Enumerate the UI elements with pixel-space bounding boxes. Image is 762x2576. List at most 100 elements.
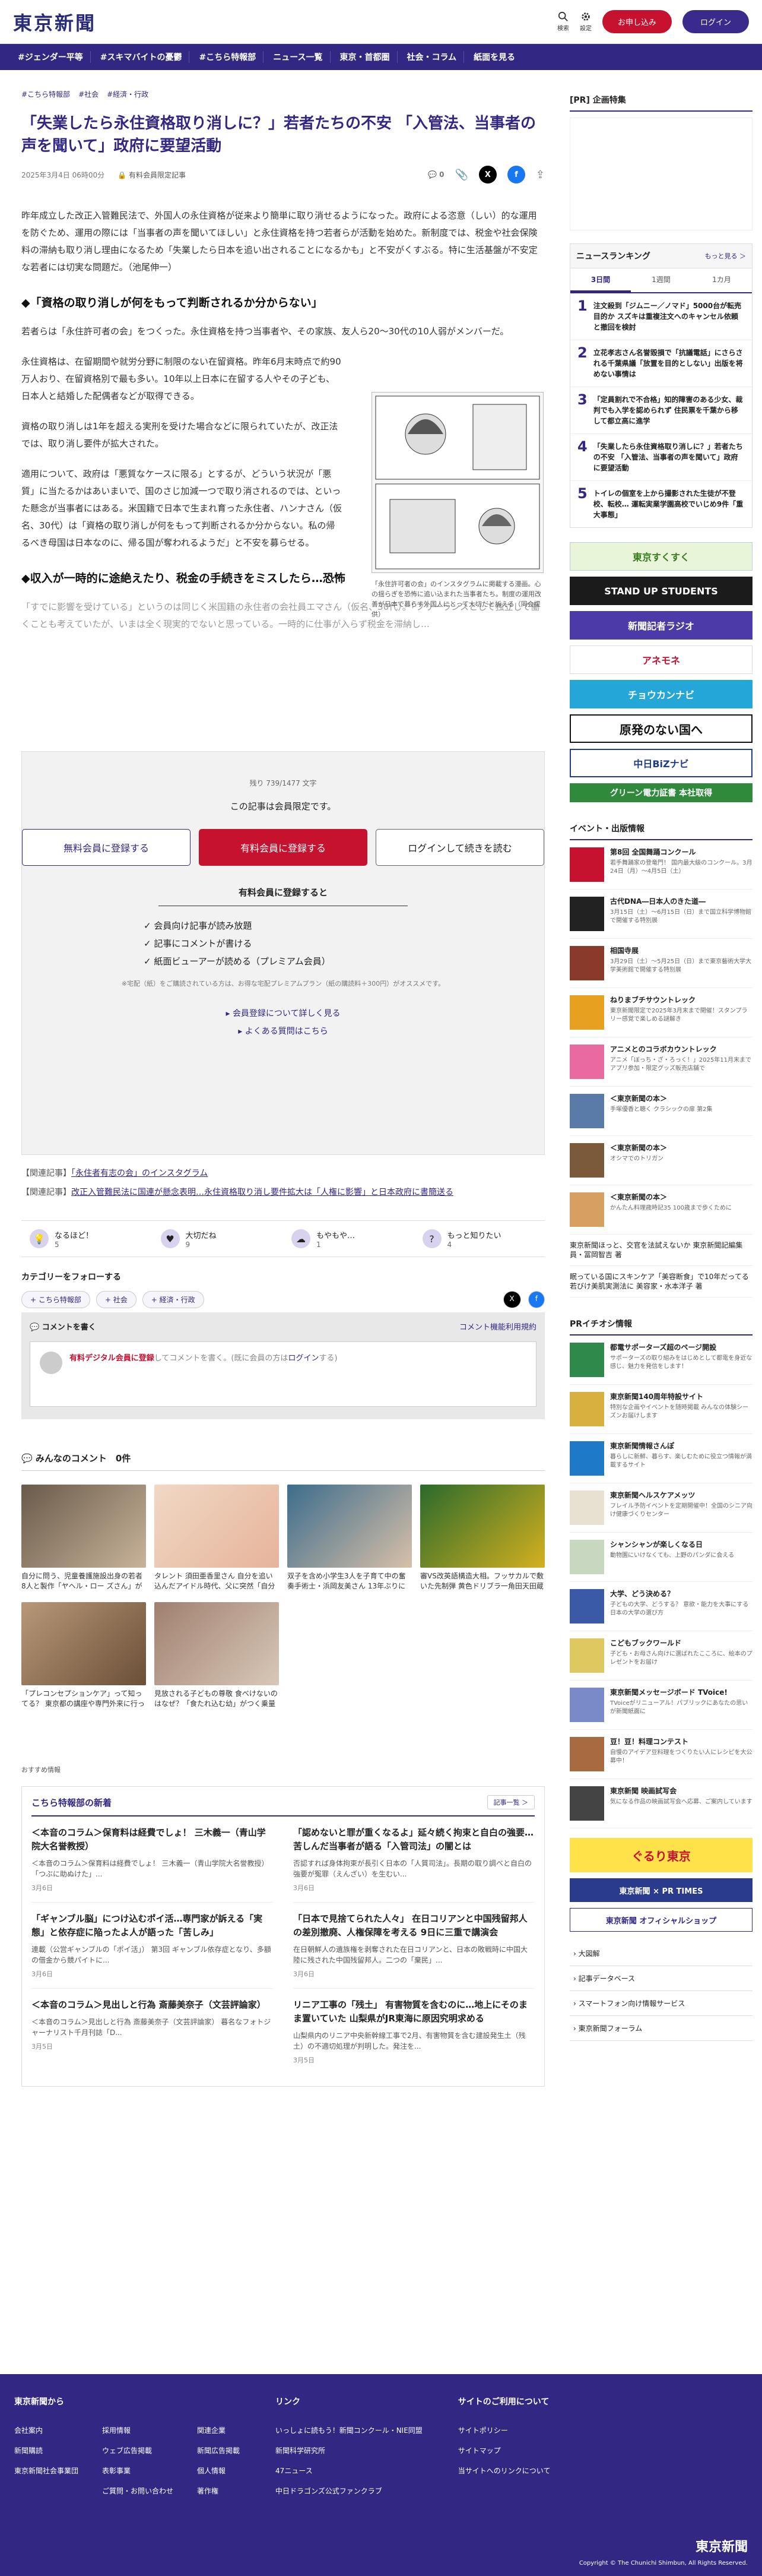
banner-shop[interactable]: 東京新聞 オフィシャルショップ: [570, 1908, 753, 1932]
banner-prtimes[interactable]: 東京新聞 × PR TIMES: [570, 1878, 753, 1902]
banner-sukusuku[interactable]: 東京すくすく: [570, 542, 753, 571]
tab-3days[interactable]: 3日間: [570, 268, 631, 292]
footer-link[interactable]: ウェブ広告掲載: [102, 2441, 173, 2461]
banner-bizNavi[interactable]: 中日BiZナビ: [570, 749, 753, 777]
pr-item[interactable]: 東京新聞メッセージボード TVoice! TVoiceがリニューアル！パブリックに…: [570, 1681, 753, 1730]
faq-link[interactable]: よくある質問はこちら: [245, 1027, 328, 1036]
nav-item-gender[interactable]: #ジェンダー平等: [11, 51, 91, 63]
recommend-card[interactable]: 審VS改英語構造大相。フッサカルで敷いた先制弾 黄色ドリブラ一角田天田蔵が上位に…: [420, 1485, 545, 1591]
sub-link[interactable]: › 大図解: [570, 1941, 753, 1966]
ranking-item[interactable]: 3 「定員割れで不合格」知的障害のある少女、裁判でも入学を認められず 住民票を千葉…: [570, 387, 752, 434]
event-item[interactable]: ＜東京新聞の本＞ 手塚優香と聴く クラシックの扉 第2集: [570, 1087, 753, 1136]
recommend-card[interactable]: タレント 須田亜香里さん 自分を追い込んだアイドル時代、父に突然「自分の心に貧乏…: [154, 1485, 279, 1591]
clip-icon[interactable]: 📎: [455, 169, 468, 181]
pr-item[interactable]: 豆！豆！料理コンテスト 自慢のアイデア豆料理をつくりたい人にレシピを大公募中！: [570, 1730, 753, 1779]
recommend-card[interactable]: 見放される子どもの尊敬 食べけないのはなぜ？「食たれ込む幼」がつく乗量様をよ作売…: [154, 1602, 279, 1709]
footer-logo[interactable]: 東京新聞: [579, 2536, 748, 2555]
recommend-card[interactable]: 自分に問う、児童養護施設出身の若者8人と製作「ヤヘル・ロー ズさん」が記監督映画…: [21, 1485, 146, 1591]
login-continue-button[interactable]: ログインして続きを読む: [375, 829, 544, 866]
nav-item-tokyo[interactable]: 東京・首都圏: [333, 51, 398, 63]
pr-item[interactable]: 東京新聞 映画試写会 気になる作品の映画試写会へ応募、ご案内しています: [570, 1779, 753, 1828]
tab-1month[interactable]: 1カ月: [691, 268, 752, 292]
nav-item-society[interactable]: 社会・コラム: [400, 51, 465, 63]
recommend-card[interactable]: 双子を含め小学生3人を子育て中の奮奏手術士・浜岡友美さん 13年ぶりに「おはよう…: [287, 1485, 412, 1591]
ranking-item[interactable]: 4 「失業したら永住資格取り消しに？」若者たちの不安 「入管法、当事者の声を聞いて…: [570, 434, 752, 481]
pr-item[interactable]: 東京新聞140周年特設サイト 特別な企画やイベントを随時掲載 みんなの体験シーズン…: [570, 1385, 753, 1434]
sub-link[interactable]: › 記事データベース: [570, 1966, 753, 1991]
ranking-item[interactable]: 1 注文殺到「ジムニー／ノマド」5000台が転売目的か スズキは重複注文へのキャン…: [570, 293, 752, 340]
pr-item[interactable]: 東京新聞情報さんぽ 暮らしに新鮮、暮らす、楽しむために役立つ情報が満載するサイト: [570, 1434, 753, 1483]
membership-info-link[interactable]: 会員登録について詳しく見る: [233, 1009, 341, 1018]
reaction-naruhodo[interactable]: 💡 なるほど！ 5: [21, 1221, 153, 1257]
event-item[interactable]: 古代DNA―日本人のきた道― 3月15日（土）〜6月15日（日）まで国立科学博物館…: [570, 890, 753, 939]
footer-link[interactable]: 新聞科学研究所: [275, 2441, 423, 2461]
tokuho-item[interactable]: ＜本音のコラム＞保育料は経費でしょ！ 三木義一（青山学院大名誉教授） ＜本音のコラ…: [31, 1817, 273, 1903]
tokuho-item[interactable]: 「ギャンブル脳」につけ込むポイ活…専門家が訴える「実態」と依存症に陥ったよ人が語…: [31, 1903, 273, 1989]
pr-item[interactable]: シャンシャンが楽しくなる日 動物園にいけなくても、上野のパンダに会える: [570, 1533, 753, 1582]
nav-item-tokuho[interactable]: #こちら特報部: [192, 51, 264, 63]
event-item[interactable]: アニメとのコラボカウントレック アニメ「ぼっち・ざ・ろっく！」2025年11月末ま…: [570, 1037, 753, 1087]
footer-link[interactable]: 表彰事業: [102, 2461, 173, 2481]
search-button[interactable]: 検索: [557, 11, 569, 32]
follow-chip-society[interactable]: + 社会: [96, 1291, 136, 1308]
nav-item-news[interactable]: ニュース一覧: [266, 51, 331, 63]
crumb-economy[interactable]: #経済・行政: [107, 89, 148, 99]
footer-link[interactable]: ご質問・お問い合わせ: [102, 2481, 173, 2501]
reaction-moyamoya[interactable]: ☁ もやもや… 1: [283, 1221, 414, 1257]
site-logo[interactable]: 東京新聞: [13, 8, 96, 36]
recommend-card[interactable]: 「プレコンセプションケア」って知ってる？ 東京都の講座や専門外来に行ってみた: [21, 1602, 146, 1709]
pr-item[interactable]: こどもブックワールド 子ども・お母さん向けに選ばれたこころに、絵本のプレゼントをお…: [570, 1631, 753, 1681]
footer-link[interactable]: いっしょに読もう！新聞コンクール・NIE同盟: [275, 2420, 423, 2441]
register-button[interactable]: お申し込み: [602, 10, 672, 33]
event-item[interactable]: ねりまブチサウントレック 東京新聞限定で2025年3月末まで開催！スタンプラリー感…: [570, 988, 753, 1037]
book-link[interactable]: 東京新聞ほっと、交官を法試えないか 東京新聞記編集員・冨岡智吉 著: [570, 1235, 753, 1266]
free-register-button[interactable]: 無料会員に登録する: [22, 829, 191, 866]
ranking-item[interactable]: 5 トイレの個室を上から撮影された生徒が不登校、転校… 運転実業学園高校でいじめ9…: [570, 481, 752, 527]
reaction-motto[interactable]: ? もっと知りたい 4: [414, 1221, 545, 1257]
tokuho-item[interactable]: リニア工事の「残土」 有害物質を含むのに…地上にそのまま置いていた 山梨県がJR…: [293, 1989, 535, 2074]
crumb-society[interactable]: #社会: [78, 89, 99, 99]
ranking-more-link[interactable]: もっと見る ＞: [705, 251, 747, 261]
footer-link[interactable]: サイトマップ: [458, 2441, 551, 2461]
footer-link[interactable]: 会社案内: [14, 2420, 78, 2441]
event-item[interactable]: 第8回 全国舞踊コンクール 若手舞踊家の登竜門！ 国内最大級のコンクール。3月24…: [570, 840, 753, 890]
event-item[interactable]: ＜東京新聞の本＞ かんたん料理歳時記35 100歳まで歩くために: [570, 1185, 753, 1235]
event-item[interactable]: 相国寺展 3月29日（土）〜5月25日（日）まで東京藝術大学大学美術館で開催する特…: [570, 939, 753, 988]
facebook-share-icon[interactable]: f: [528, 1291, 545, 1308]
footer-link[interactable]: 新聞購読: [14, 2441, 78, 2461]
footer-link[interactable]: 中日ドラゴンズ公式ファンクラブ: [275, 2481, 423, 2501]
x-share-icon[interactable]: X: [503, 1291, 521, 1308]
ranking-item[interactable]: 2 立花孝志さん名誉毀損で「抗議電話」にさらされる千葉県議「放置を目的としない」出…: [570, 340, 752, 387]
pr-item[interactable]: 都電サポーターズ超のページ開設 サポーターズの取り組みをはじめとして都電を身近な感…: [570, 1336, 753, 1385]
manga-illustration[interactable]: [372, 392, 544, 573]
footer-link[interactable]: 東京新聞社会事業団: [14, 2461, 78, 2481]
nav-item-paper[interactable]: 紙面を見る: [466, 51, 522, 63]
sub-link[interactable]: › スマートフォン向け情報サービス: [570, 1991, 753, 2016]
footer-link[interactable]: 新聞広告掲載: [197, 2441, 240, 2461]
footer-link[interactable]: 当サイトへのリンクについて: [458, 2461, 551, 2481]
reaction-taisetsu[interactable]: ♥ 大切だね 9: [153, 1221, 284, 1257]
comment-input[interactable]: 有料デジタル会員に登録してコメントを書く。(既に会員の方はログインする): [30, 1341, 536, 1407]
tokuho-item[interactable]: 「日本で見捨てられた人々」 在日コリアンと中国残留邦人の差別撤廃、人権保障を考え…: [293, 1903, 535, 1989]
pr-item[interactable]: 東京新聞ヘルスケアメッツ フレイル予防イベントを定期開催中！全国のシニア向け健康づ…: [570, 1483, 753, 1533]
pr-item[interactable]: 大学、どう決める？ 子どもの大学、どうする？ 意欲・能力を大事にする日本の大学の選…: [570, 1582, 753, 1631]
banner-gururi[interactable]: ぐるり東京: [570, 1838, 753, 1872]
x-share-icon[interactable]: X: [478, 166, 497, 183]
related-link[interactable]: 「永住者有志の会」のインスタグラム: [71, 1169, 208, 1178]
banner-genpatsu[interactable]: 原発のない国へ: [570, 714, 753, 743]
follow-chip-economy[interactable]: + 経済・行政: [142, 1291, 204, 1308]
tokuho-item[interactable]: ＜本音のコラム＞見出しと行為 斎藤美奈子（文芸評論家） ＜本音のコラム＞見出しと行…: [31, 1989, 273, 2074]
nav-item-sukima[interactable]: #スキマバイトの憂鬱: [93, 51, 190, 63]
footer-link[interactable]: 47ニュース: [275, 2461, 423, 2481]
footer-link[interactable]: 関連企業: [197, 2420, 240, 2441]
facebook-share-icon[interactable]: f: [507, 166, 525, 183]
banner-radio[interactable]: 新聞記者ラジオ: [570, 611, 753, 640]
footer-link[interactable]: サイトポリシー: [458, 2420, 551, 2441]
comment-count-button[interactable]: 💬 0: [428, 170, 444, 179]
tokuho-item[interactable]: 「認めないと罪が重くなるよ」延々続く拘束と自白の強要…苦しんだ当事者が語る「入管…: [293, 1817, 535, 1903]
share-icon[interactable]: ⇪: [536, 169, 545, 181]
article-list-button[interactable]: 記事一覧 ＞: [487, 1795, 535, 1809]
paid-register-button[interactable]: 有料会員に登録する: [199, 829, 367, 866]
tab-1week[interactable]: 1週間: [631, 268, 691, 292]
banner-anemone[interactable]: アネモネ: [570, 645, 753, 674]
